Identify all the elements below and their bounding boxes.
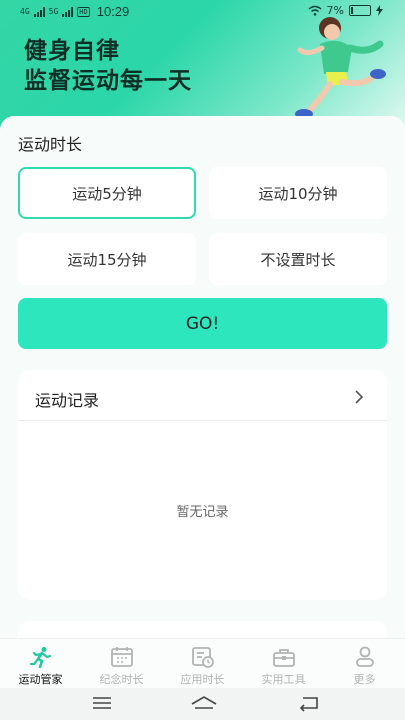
option-no-limit[interactable]: 不设置时长: [209, 233, 387, 285]
hero-line-1: 健身自律: [24, 38, 120, 64]
tab-label: 应用时长: [180, 673, 225, 686]
tab-label: 运动管家: [18, 673, 63, 686]
app-clock-icon: [191, 647, 214, 668]
signal-icon-2: [62, 6, 74, 17]
tab-sport-manager[interactable]: 运动管家: [0, 639, 81, 688]
tab-utilities[interactable]: 实用工具: [243, 639, 324, 688]
toolbox-icon: [272, 649, 295, 667]
tab-label: 实用工具: [261, 673, 306, 686]
person-icon: [355, 646, 374, 667]
bottom-tab-bar: 运动管家 纪念时长 应用时长 实用工具 更多: [0, 638, 405, 688]
home-icon[interactable]: [190, 694, 218, 712]
hero-line-2: 监督运动每一天: [24, 68, 192, 94]
tab-app-usage[interactable]: 应用时长: [162, 639, 243, 688]
records-title: 运动记录: [35, 391, 100, 410]
tab-label: 纪念时长: [99, 673, 144, 686]
go-button[interactable]: GO!: [18, 298, 387, 349]
signal-icon: [33, 6, 45, 17]
runner-illustration: [295, 17, 386, 119]
network-label-1: 4G: [20, 6, 30, 16]
network-label-2: 5G: [48, 6, 59, 16]
records-empty-text: 暂无记录: [176, 505, 229, 520]
option-15-minutes[interactable]: 运动15分钟: [18, 233, 196, 285]
calendar-icon: [110, 647, 133, 667]
tab-more[interactable]: 更多: [324, 639, 405, 688]
runner-icon: [29, 647, 51, 668]
status-time: 10:29: [96, 4, 130, 19]
tab-anniversary[interactable]: 纪念时长: [81, 639, 162, 688]
system-nav-bar: [0, 688, 405, 720]
option-5-minutes[interactable]: 运动5分钟: [18, 167, 196, 219]
chevron-right-icon[interactable]: [353, 389, 365, 405]
hero-title: 健身自律 监督运动每一天: [24, 36, 192, 96]
hd-badge: HD: [77, 6, 90, 17]
menu-icon[interactable]: [90, 694, 114, 712]
records-divider: [18, 420, 387, 421]
duration-label: 运动时长: [18, 135, 83, 154]
option-10-minutes[interactable]: 运动10分钟: [209, 167, 387, 219]
tab-label: 更多: [353, 673, 376, 686]
back-icon[interactable]: [297, 694, 321, 712]
records-card[interactable]: 运动记录 暂无记录: [18, 370, 387, 600]
